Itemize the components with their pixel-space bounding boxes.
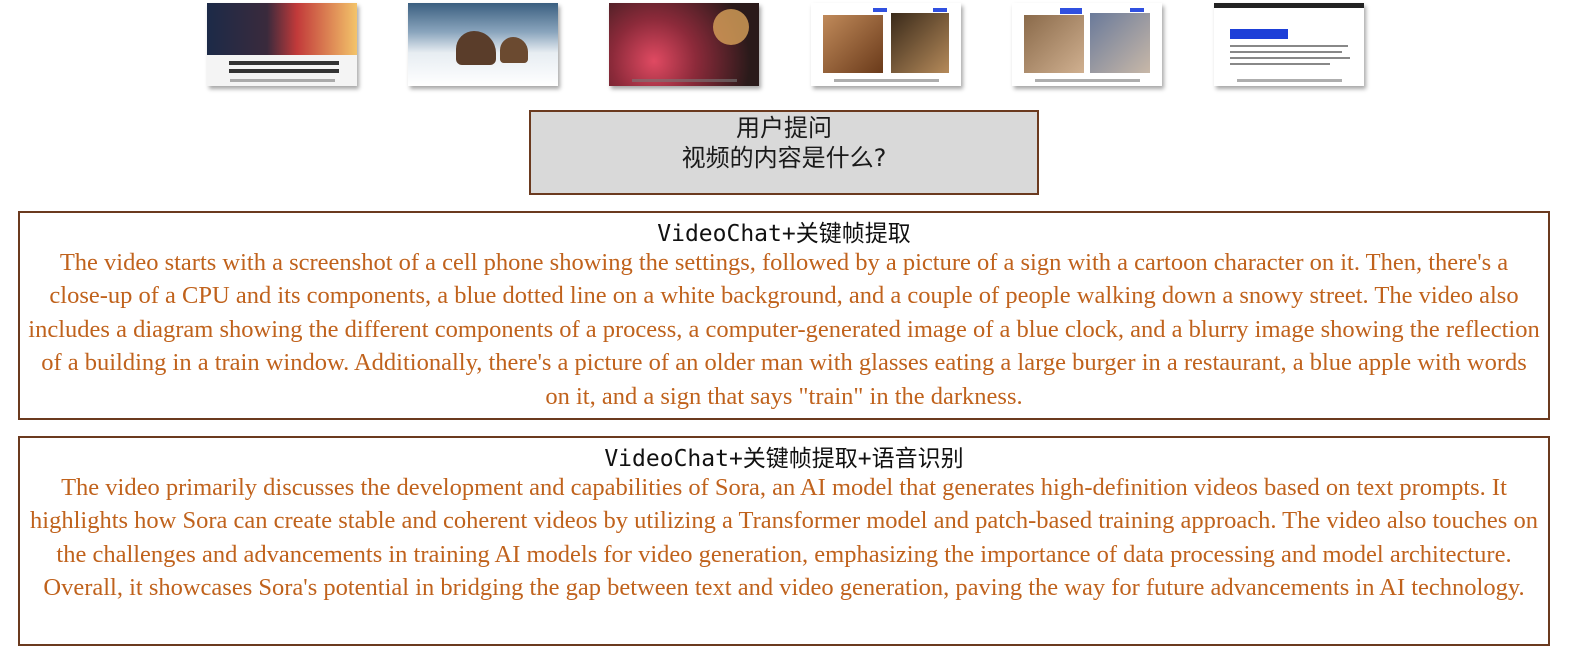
answer-text: The video primarily discusses the develo… bbox=[30, 474, 1538, 602]
keyframe-thumbnail-3 bbox=[609, 3, 759, 86]
answer-text: The video starts with a screenshot of a … bbox=[28, 249, 1540, 410]
keyframe-thumbnail-2 bbox=[408, 3, 558, 86]
answer-title: VideoChat+关键帧提取+语音识别 bbox=[604, 446, 964, 472]
keyframe-thumbnail-6 bbox=[1214, 3, 1364, 86]
answer-title: VideoChat+关键帧提取 bbox=[657, 221, 911, 247]
user-question-box: 用户提问 视频的内容是什么? bbox=[529, 110, 1039, 195]
answer-box-keyframe-asr: VideoChat+关键帧提取+语音识别 The video primarily… bbox=[18, 436, 1550, 646]
keyframe-thumbnail-1 bbox=[207, 3, 357, 86]
question-title: 用户提问 bbox=[736, 114, 832, 142]
keyframe-thumbnail-5 bbox=[1012, 3, 1162, 86]
question-text: 视频的内容是什么? bbox=[681, 144, 887, 172]
answer-box-keyframe: VideoChat+关键帧提取 The video starts with a … bbox=[18, 211, 1550, 420]
keyframe-thumbnail-strip bbox=[0, 0, 1580, 92]
keyframe-thumbnail-4 bbox=[811, 3, 961, 86]
